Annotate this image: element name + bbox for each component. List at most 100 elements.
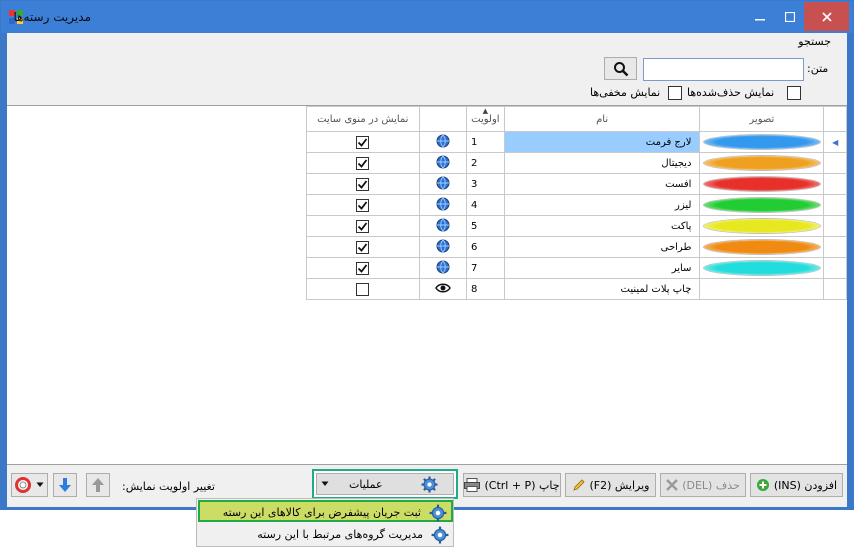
table-row[interactable]: 1 لارج فرمت ◀ [306,131,847,153]
table-row[interactable]: 7 سایر [306,257,847,279]
table-row[interactable]: 8 چاپ پلات لمینیت [306,278,847,300]
site-menu-cell[interactable] [306,173,420,195]
image-cell[interactable] [699,152,825,174]
column-header-priority[interactable]: ▲ اولویت [465,106,505,132]
categories-grid[interactable]: نمایش در منوی سایت ▲ اولویت نام تصویر 1ل… [7,105,847,465]
image-cell[interactable] [699,236,825,258]
site-menu-cell[interactable] [306,152,420,174]
image-cell[interactable] [699,215,825,237]
site-menu-cell[interactable] [306,131,420,153]
table-row[interactable]: 4 لیزر [306,194,847,216]
category-image [703,177,820,191]
move-down-button[interactable] [53,473,77,497]
name-cell[interactable]: چاپ پلات لمینیت [503,278,701,300]
name-cell[interactable]: پاکت [503,215,701,237]
site-menu-checkbox[interactable] [356,282,370,296]
add-button-label: (INS) افزودن [773,478,838,492]
table-row[interactable]: 5 پاکت [306,215,847,237]
image-cell[interactable] [699,194,825,216]
image-cell[interactable] [699,257,825,279]
column-header-site-menu[interactable]: نمایش در منوی سایت [306,106,420,132]
priority-cell[interactable]: 5 [465,215,505,237]
category-image [703,240,820,254]
site-menu-checkbox[interactable] [356,156,370,170]
visibility-cell [418,152,467,174]
column-header-visibility[interactable] [418,106,467,132]
name-cell[interactable]: طراحی [503,236,701,258]
search-button[interactable] [604,57,637,80]
checkmark-icon [358,158,368,168]
row-indicator[interactable] [823,173,847,195]
row-indicator[interactable] [823,278,847,300]
column-header-image[interactable]: تصویر [699,106,825,132]
delete-button-label: (DEL) حذف [682,478,740,492]
image-cell[interactable] [699,173,825,195]
priority-cell[interactable]: 1 [465,131,505,153]
row-indicator[interactable] [823,257,847,279]
name-cell[interactable]: لارج فرمت [503,131,701,153]
category-image [703,198,820,212]
move-up-button[interactable] [86,473,110,497]
image-cell[interactable] [699,278,825,300]
row-indicator[interactable]: ◀ [823,131,847,153]
checkmark-icon [358,263,368,273]
edit-button[interactable]: (F2) ویرایش [565,473,656,497]
minimize-icon [755,18,765,20]
globe-icon [436,218,450,231]
site-menu-checkbox[interactable] [356,261,370,275]
priority-cell[interactable]: 4 [465,194,505,216]
priority-cell[interactable]: 2 [465,152,505,174]
site-menu-cell[interactable] [306,257,420,279]
show-hidden-checkbox[interactable] [668,86,682,100]
site-menu-cell[interactable] [306,194,420,216]
row-indicator[interactable] [823,215,847,237]
table-row[interactable]: 2 دیجیتال [306,152,847,174]
arrow-down-icon [59,478,71,492]
priority-cell[interactable]: 3 [465,173,505,195]
minimize-button[interactable] [745,2,775,31]
site-menu-checkbox[interactable] [356,177,370,191]
site-menu-checkbox[interactable] [356,135,370,149]
priority-cell[interactable]: 7 [465,257,505,279]
site-menu-cell[interactable] [306,278,420,300]
table-row[interactable]: 6 طراحی [306,236,847,258]
maximize-button[interactable] [775,2,805,31]
site-menu-checkbox[interactable] [356,240,370,254]
categories-table: نمایش در منوی سایت ▲ اولویت نام تصویر 1ل… [306,106,847,300]
chevron-down-icon [321,481,329,486]
help-dropdown-button[interactable] [11,473,48,497]
name-cell[interactable]: لیزر [503,194,701,216]
title-bar[interactable]: مدیریت رسته‌ها [1,1,853,33]
visibility-cell [418,236,467,258]
window-title: مدیریت رسته‌ها [13,10,91,24]
visibility-cell [418,278,467,300]
image-cell[interactable] [699,131,825,153]
row-indicator[interactable] [823,152,847,174]
menu-item-related-groups[interactable]: مدیریت گروه‌های مرتبط با این رسته [198,524,453,546]
globe-icon [436,260,450,273]
site-menu-cell[interactable] [306,236,420,258]
table-row[interactable]: 3 افست [306,173,847,195]
site-menu-checkbox[interactable] [356,198,370,212]
name-cell[interactable]: سایر [503,257,701,279]
delete-icon [666,479,679,491]
site-menu-cell[interactable] [306,215,420,237]
search-input[interactable] [643,58,804,81]
print-button[interactable]: (Ctrl + P) چاپ [463,473,561,497]
delete-button[interactable]: (DEL) حذف [660,473,746,497]
visibility-cell [418,173,467,195]
site-menu-checkbox[interactable] [356,219,370,233]
priority-cell[interactable]: 6 [465,236,505,258]
priority-cell[interactable]: 8 [465,278,505,300]
row-indicator[interactable] [823,194,847,216]
name-cell[interactable]: افست [503,173,701,195]
close-button[interactable] [804,2,849,31]
add-button[interactable]: (INS) افزودن [750,473,843,497]
row-indicator[interactable] [823,236,847,258]
menu-item-default-workflow[interactable]: ثبت جریان پیشفرض برای کالاهای این رسته [198,500,453,522]
name-cell[interactable]: دیجیتال [503,152,701,174]
column-header-name[interactable]: نام [503,106,701,132]
operations-dropdown[interactable]: عملیات [316,473,454,495]
menu-item-default-workflow-label: ثبت جریان پیشفرض برای کالاهای این رسته [222,506,421,519]
show-deleted-checkbox[interactable] [787,86,801,100]
